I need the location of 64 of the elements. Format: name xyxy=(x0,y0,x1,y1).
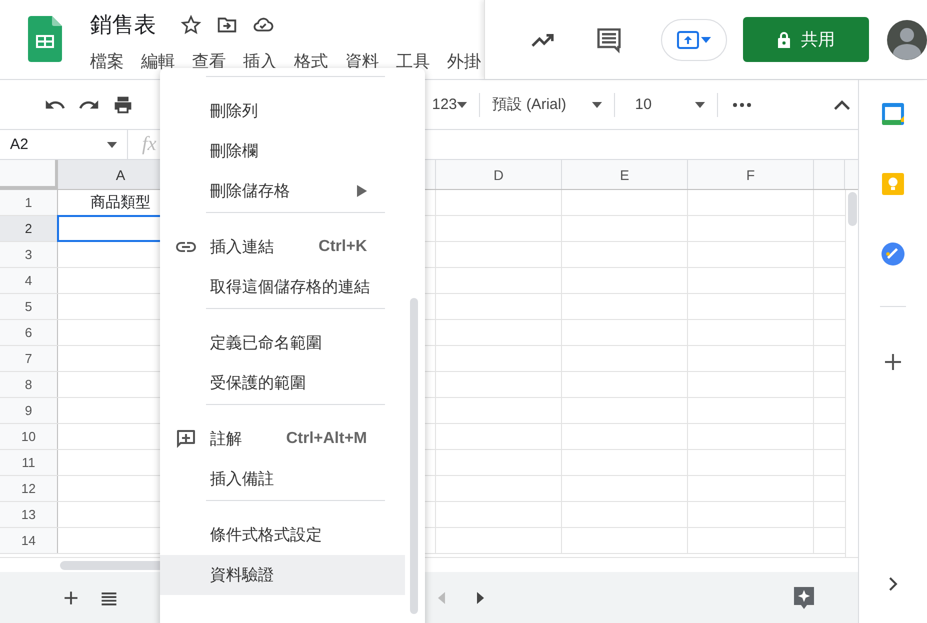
column-header[interactable]: F xyxy=(688,160,814,189)
vertical-scrollbar[interactable] xyxy=(845,190,858,557)
function-label: fx xyxy=(142,133,156,156)
spreadsheet-logo-icon[interactable] xyxy=(28,16,62,62)
row-header[interactable]: 5 xyxy=(0,294,58,319)
caret-icon xyxy=(695,102,706,108)
scroll-left-icon[interactable] xyxy=(436,590,446,604)
menu-item[interactable]: 插入備註 xyxy=(160,459,405,499)
shortcut-label: Ctrl+K xyxy=(318,238,367,256)
row-header[interactable]: 10 xyxy=(0,424,58,449)
menu-bar-item[interactable]: 工具 xyxy=(396,50,430,73)
menu-item[interactable]: 資料驗證 xyxy=(160,555,405,595)
caret-icon xyxy=(592,102,602,108)
menu-item[interactable]: 插入連結 Ctrl+K xyxy=(160,227,405,267)
comment-icon[interactable] xyxy=(595,26,623,54)
row-header[interactable]: 12 xyxy=(0,476,58,501)
caret-icon xyxy=(457,102,468,108)
shortcut-label: Ctrl+Alt+M xyxy=(286,430,367,448)
star-icon[interactable] xyxy=(180,14,202,36)
menu-item[interactable]: 定義已命名範圍 xyxy=(160,323,405,363)
menu-item[interactable]: 刪除列 xyxy=(160,91,405,131)
row-header[interactable]: 8 xyxy=(0,372,58,397)
caret-icon xyxy=(701,36,711,42)
column-header[interactable]: E xyxy=(562,160,688,189)
row-header[interactable]: 3 xyxy=(0,242,58,267)
present-button[interactable] xyxy=(661,18,727,60)
tasks-icon[interactable] xyxy=(881,242,905,266)
share-button[interactable]: 共用 xyxy=(743,17,869,62)
lock-icon xyxy=(777,30,791,48)
row-header[interactable]: 2 xyxy=(0,216,58,241)
menu-bar-item[interactable]: 編輯 xyxy=(141,50,175,73)
number-format-dropdown[interactable]: 123 xyxy=(432,96,468,113)
menu-item[interactable]: 取得這個儲存格的連結 xyxy=(160,267,405,307)
row-header[interactable]: 1 xyxy=(0,190,58,215)
row-header[interactable]: 7 xyxy=(0,346,58,371)
row-header[interactable]: 11 xyxy=(0,450,58,475)
document-title[interactable]: 銷售表 xyxy=(90,10,156,40)
collapse-icon[interactable] xyxy=(834,100,850,110)
menu-item[interactable]: 條件式格式設定 xyxy=(160,515,405,555)
menu-item[interactable]: 受保護的範圍 xyxy=(160,363,405,403)
row-header[interactable]: 6 xyxy=(0,320,58,345)
font-dropdown[interactable]: 預設 (Arial) xyxy=(492,95,602,114)
scroll-right-icon[interactable] xyxy=(476,590,486,604)
lightbulb-icon[interactable] xyxy=(881,172,905,196)
more-icon[interactable] xyxy=(732,102,752,108)
present-icon xyxy=(677,30,699,48)
font-size-dropdown[interactable]: 10 xyxy=(627,96,706,113)
row-header[interactable]: 13 xyxy=(0,502,58,527)
explore-icon[interactable] xyxy=(792,584,816,610)
name-box[interactable]: A2 xyxy=(0,130,128,159)
menu-scrollbar-thumb[interactable] xyxy=(410,298,418,614)
avatar[interactable] xyxy=(887,20,927,60)
row-header[interactable]: 4 xyxy=(0,268,58,293)
menu-bar-item[interactable]: 外掛 xyxy=(447,50,481,73)
expand-panel-icon[interactable] xyxy=(888,576,898,592)
caret-icon xyxy=(107,142,117,148)
row-header[interactable]: 9 xyxy=(0,398,58,423)
menu-bar-item[interactable]: 檔案 xyxy=(90,50,124,73)
add-comment-icon xyxy=(174,427,198,451)
menu-item[interactable]: 註解 Ctrl+Alt+M xyxy=(160,419,405,459)
column-header[interactable]: D xyxy=(436,160,562,189)
add-icon[interactable] xyxy=(884,353,902,371)
calendar-icon[interactable] xyxy=(881,102,905,126)
row-header[interactable]: 14 xyxy=(0,528,58,553)
